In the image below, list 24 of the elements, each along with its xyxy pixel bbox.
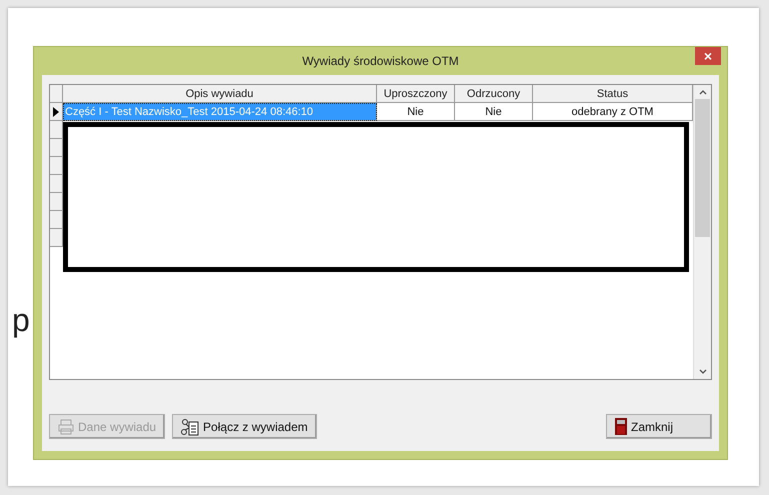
column-header[interactable]: Opis wywiadu — [63, 85, 377, 103]
table-cell: odebrany z OTM — [533, 103, 693, 121]
dialog-button[interactable]: Połącz z wywiadem — [172, 414, 317, 439]
row-header — [50, 211, 63, 229]
printer-icon — [58, 418, 74, 434]
current-row-icon — [53, 106, 59, 116]
close-button[interactable]: × — [695, 47, 721, 65]
row-header — [50, 193, 63, 211]
row-header — [50, 157, 63, 175]
scrollbar[interactable] — [693, 85, 711, 379]
document-network-icon — [181, 418, 200, 436]
table-cell: Nie — [377, 103, 455, 121]
row-header — [50, 229, 63, 247]
column-header[interactable]: Status — [533, 85, 693, 103]
background-text: p — [12, 304, 30, 336]
column-header[interactable]: Odrzucony — [455, 85, 533, 103]
dialog-button[interactable]: Zamknij — [606, 414, 712, 439]
window-title: Wywiady środowiskowe OTM — [302, 54, 459, 68]
table-cell: Część I - Test Nazwisko_Test 2015-04-24 08:46:10 — [63, 103, 377, 121]
row-header — [50, 175, 63, 193]
column-header[interactable]: Uproszczony — [377, 85, 455, 103]
table-cell: Nie — [455, 103, 533, 121]
door-icon — [615, 418, 627, 435]
row-header — [50, 139, 63, 157]
